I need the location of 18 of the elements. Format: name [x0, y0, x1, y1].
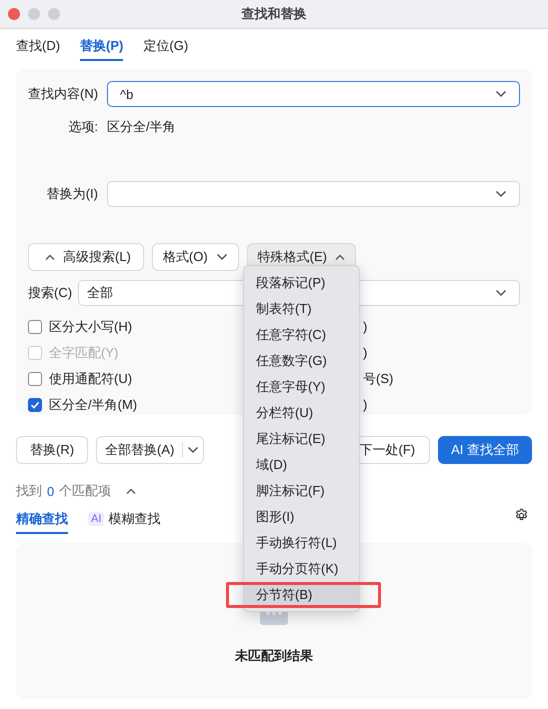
- checkbox-label: ): [362, 345, 368, 360]
- field-label: 替换为(I): [46, 185, 98, 203]
- checkbox-label: ): [362, 397, 368, 412]
- empty-results-text: 未匹配到结果: [235, 647, 313, 665]
- match-count: 0: [47, 484, 54, 498]
- field-label: 查找内容(N): [28, 85, 98, 103]
- window-title: 查找和替换: [242, 5, 306, 23]
- status-text: 找到: [16, 482, 42, 500]
- options-value: 区分全/半角: [107, 118, 176, 136]
- checkbox-label: 区分全/半角(M): [49, 396, 138, 414]
- status-text: 个匹配项: [59, 482, 112, 500]
- checkbox-label: 使用通配符(U): [49, 370, 132, 388]
- checkbox-label: 区分大小写(H): [49, 318, 132, 336]
- checkbox-label: 全字匹配(Y): [49, 344, 118, 362]
- field-label: 搜索(C): [28, 284, 72, 302]
- checkbox-label: 号(S): [362, 371, 394, 386]
- options-label: 选项:: [67, 118, 98, 136]
- checkbox-label: ): [362, 319, 368, 334]
